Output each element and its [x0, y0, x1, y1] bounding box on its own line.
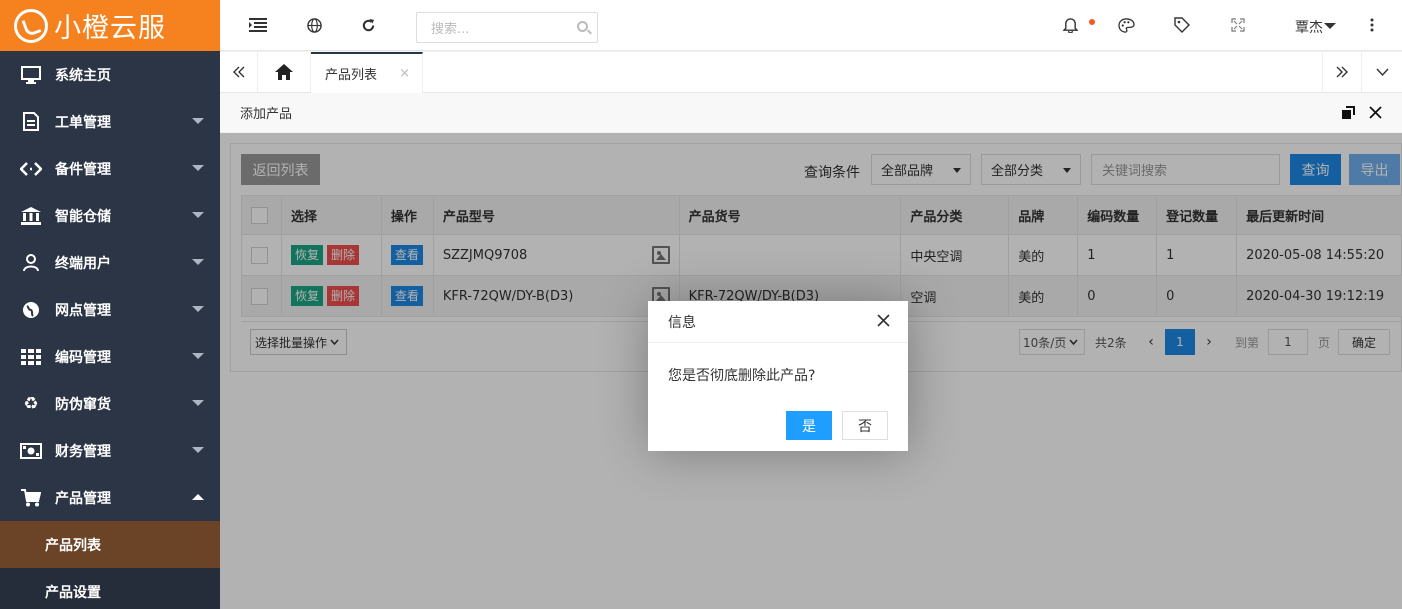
- chevron-down-icon: [192, 447, 204, 453]
- sidebar-item-coding[interactable]: 编码管理: [0, 333, 220, 380]
- chevron-down-icon: [192, 212, 204, 218]
- sidebar-item-anticounterfeit[interactable]: ♻ 防伪窜货: [0, 380, 220, 427]
- close-icon[interactable]: [1369, 105, 1382, 123]
- refresh-icon[interactable]: [359, 16, 377, 34]
- globe-icon: [20, 300, 42, 320]
- sidebar-item-endusers[interactable]: 终端用户: [0, 239, 220, 286]
- chevron-down-icon: [192, 400, 204, 406]
- website-globe-icon[interactable]: [305, 16, 323, 34]
- sidebar-subitem-label: 产品列表: [45, 537, 101, 554]
- logo-mark-icon: [14, 8, 48, 43]
- sidebar-subitem-label: 产品设置: [45, 584, 101, 601]
- sidebar-item-warehouse[interactable]: 智能仓储: [0, 192, 220, 239]
- sidebar-subitem-product-list[interactable]: 产品列表: [0, 521, 220, 568]
- confirm-dialog: 信息 您是否彻底删除此产品? 是 否: [648, 301, 908, 451]
- tag-icon[interactable]: [1173, 16, 1191, 34]
- fullscreen-icon[interactable]: [1229, 16, 1247, 34]
- chevron-up-icon: [192, 494, 204, 500]
- sidebar-item-workorder[interactable]: 工单管理: [0, 98, 220, 145]
- tabs-scroll-right-button[interactable]: [1322, 52, 1362, 92]
- sidebar-item-label: 产品管理: [55, 490, 111, 507]
- money-icon: [20, 441, 42, 461]
- sidebar-item-label: 终端用户: [55, 255, 111, 272]
- sidebar-item-outlets[interactable]: 网点管理: [0, 286, 220, 333]
- dialog-message: 您是否彻底删除此产品?: [668, 368, 816, 384]
- sidebar-item-label: 备件管理: [55, 161, 111, 178]
- sidebar-item-label: 防伪窜货: [55, 396, 111, 413]
- chevron-down-icon[interactable]: [1324, 23, 1336, 29]
- sidebar-item-spareparts[interactable]: 备件管理: [0, 145, 220, 192]
- search-icon[interactable]: [577, 21, 588, 32]
- close-icon[interactable]: [877, 314, 890, 330]
- sidebar-item-label: 工单管理: [55, 114, 111, 131]
- chevron-down-icon: [192, 118, 204, 124]
- tabs-menu-button[interactable]: [1362, 52, 1402, 92]
- more-vertical-icon[interactable]: [1363, 16, 1381, 34]
- top-header: 搜索... 覃杰: [220, 0, 1402, 51]
- user-icon: [20, 253, 42, 273]
- double-chevron-left-icon: [232, 66, 244, 78]
- logo[interactable]: 小橙云服: [0, 0, 220, 51]
- chevron-down-icon: [192, 165, 204, 171]
- header-search-input[interactable]: 搜索...: [416, 12, 598, 43]
- menu-toggle-icon[interactable]: [249, 16, 267, 34]
- bell-icon[interactable]: [1061, 16, 1079, 34]
- grid-icon: [20, 347, 42, 367]
- double-chevron-right-icon: [1336, 66, 1348, 78]
- cart-icon: [20, 488, 42, 508]
- code-icon: [20, 159, 42, 179]
- sidebar-item-home[interactable]: 系统主页: [0, 51, 220, 98]
- recycle-icon: ♻: [23, 393, 39, 414]
- sidebar-item-label: 智能仓储: [55, 208, 111, 225]
- layer-subheader: 添加产品: [220, 93, 1402, 133]
- notification-dot: [1089, 19, 1095, 25]
- chevron-down-icon: [1375, 68, 1389, 76]
- sidebar-item-label: 网点管理: [55, 302, 111, 319]
- sidebar-item-products[interactable]: 产品管理: [0, 474, 220, 521]
- chevron-down-icon: [192, 353, 204, 359]
- user-name[interactable]: 覃杰: [1295, 17, 1323, 37]
- logo-text: 小橙云服: [54, 13, 166, 44]
- monitor-icon: [20, 65, 42, 85]
- chevron-down-icon: [192, 306, 204, 312]
- dialog-title: 信息: [648, 301, 908, 343]
- chevron-down-icon: [192, 259, 204, 265]
- sidebar-item-label: 系统主页: [55, 67, 111, 84]
- subheader-title: 添加产品: [240, 107, 293, 122]
- maximize-icon[interactable]: [1342, 105, 1355, 123]
- confirm-yes-button[interactable]: 是: [786, 411, 832, 440]
- theme-palette-icon[interactable]: [1117, 16, 1135, 34]
- tab-home[interactable]: [258, 52, 311, 92]
- bank-icon: [20, 206, 42, 226]
- sidebar-subitem-product-settings[interactable]: 产品设置: [0, 568, 220, 609]
- document-icon: [20, 112, 42, 132]
- search-placeholder: 搜索...: [431, 22, 470, 37]
- tabs-scroll-left-button[interactable]: [220, 52, 258, 92]
- sidebar-item-label: 财务管理: [55, 443, 111, 460]
- tab-bar: 产品列表 ×: [220, 52, 1402, 93]
- home-icon: [275, 64, 293, 80]
- confirm-no-button[interactable]: 否: [842, 411, 888, 440]
- tab-product-list[interactable]: 产品列表 ×: [311, 52, 423, 93]
- tab-label: 产品列表: [325, 68, 378, 83]
- sidebar: 小橙云服 系统主页 工单管理 备件管理 智能仓储 终端用户 网点管理 编码管理 …: [0, 0, 220, 609]
- sidebar-item-finance[interactable]: 财务管理: [0, 427, 220, 474]
- close-icon[interactable]: ×: [399, 66, 410, 81]
- sidebar-item-label: 编码管理: [55, 349, 111, 366]
